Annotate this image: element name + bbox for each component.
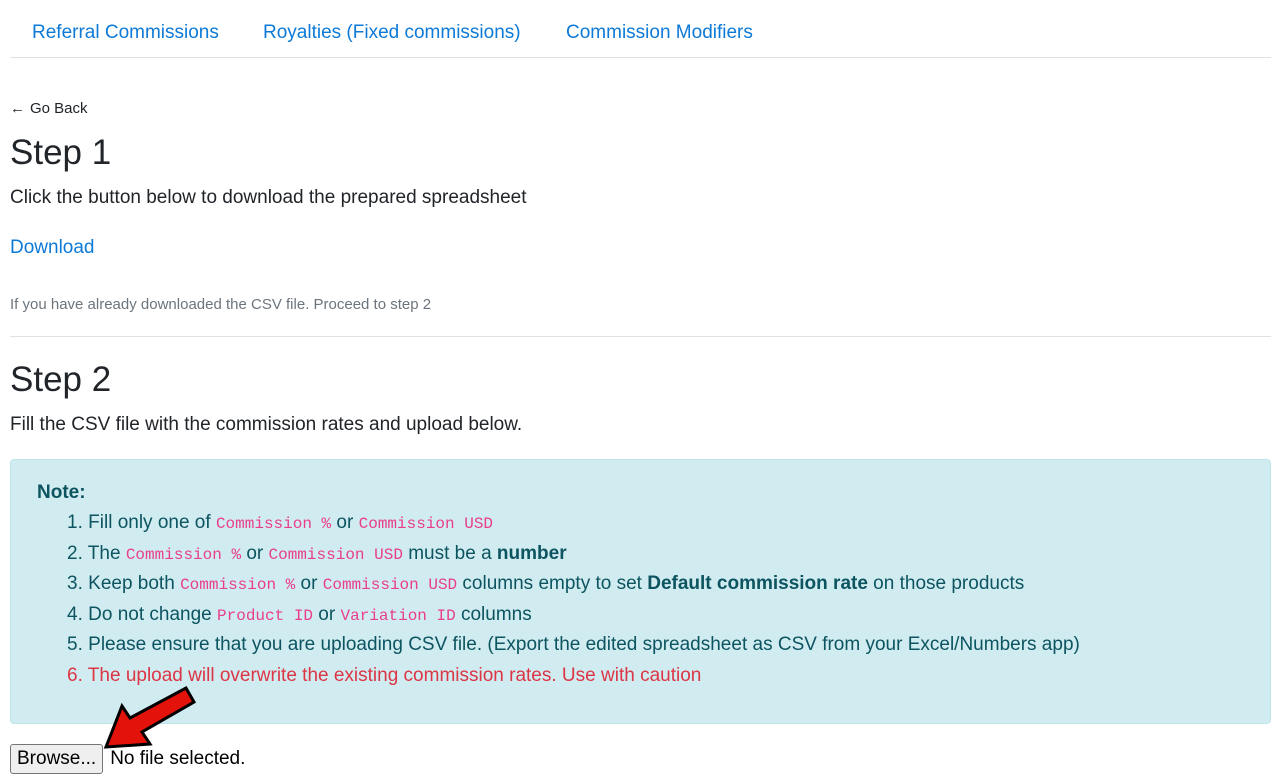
- go-back-link[interactable]: ← Go Back: [10, 100, 88, 117]
- commission-tabs: Referral Commissions Royalties (Fixed co…: [10, 0, 1271, 58]
- code-commission-usd: Commission USD: [358, 515, 494, 533]
- list-number: 1.: [67, 512, 83, 533]
- code-commission-usd: Commission USD: [322, 576, 458, 594]
- note-title: Note:: [37, 482, 86, 503]
- note-text: must be a: [402, 542, 497, 564]
- step1-hint: If you have already downloaded the CSV f…: [10, 296, 432, 313]
- list-number: 4.: [67, 603, 83, 625]
- note-text: or: [241, 542, 269, 564]
- step1-heading: Step 1: [10, 133, 112, 172]
- warning-text: The upload will overwrite the existing c…: [87, 664, 702, 686]
- note-text: Please ensure that you are uploading CSV…: [88, 634, 1080, 655]
- note-text: columns: [455, 603, 532, 625]
- go-back-label: Go Back: [30, 100, 88, 117]
- code-commission-percent: Commission %: [180, 576, 296, 594]
- list-number: 3.: [67, 573, 83, 594]
- list-item: 4. Do not change Product ID or Variation…: [37, 600, 1080, 631]
- note-text: or: [295, 573, 323, 594]
- download-link[interactable]: Download: [10, 237, 95, 259]
- emphasis-number: number: [496, 542, 567, 564]
- list-item: 1. Fill only one of Commission % or Comm…: [37, 508, 1080, 539]
- note-text: on those products: [867, 573, 1025, 594]
- code-variation-id: Variation ID: [340, 606, 456, 625]
- tab-referral-commissions[interactable]: Referral Commissions: [32, 22, 219, 44]
- step2-instruction: Fill the CSV file with the commission ra…: [10, 414, 523, 435]
- note-text: or: [331, 512, 359, 533]
- list-number: 2.: [67, 542, 83, 564]
- tab-royalties[interactable]: Royalties (Fixed commissions): [263, 22, 521, 44]
- step1-instruction: Click the button below to download the p…: [10, 187, 527, 208]
- file-status: No file selected.: [110, 748, 246, 769]
- browse-button[interactable]: Browse...: [10, 744, 104, 774]
- note-text: columns empty to set: [457, 573, 648, 594]
- code-commission-percent: Commission %: [125, 545, 242, 564]
- note-text: Fill only one of: [88, 512, 216, 533]
- note-alert: Note: 1. Fill only one of Commission % o…: [10, 459, 1271, 724]
- note-list: 1. Fill only one of Commission % or Comm…: [37, 508, 1080, 691]
- list-item: 2. The Commission % or Commission USD mu…: [37, 539, 1080, 570]
- note-text: The: [87, 542, 126, 564]
- note-text: Keep both: [88, 573, 181, 594]
- code-commission-percent: Commission %: [215, 515, 332, 533]
- tab-commission-modifiers[interactable]: Commission Modifiers: [566, 22, 753, 44]
- list-item: 3. Keep both Commission % or Commission …: [37, 569, 1080, 600]
- red-arrow-icon: [103, 685, 196, 749]
- note-text: Do not change: [88, 603, 218, 625]
- list-number: 6.: [67, 664, 83, 686]
- list-item: 5. Please ensure that you are uploading …: [37, 630, 1080, 661]
- left-arrow-icon: ←: [10, 100, 25, 117]
- code-commission-usd: Commission USD: [268, 545, 403, 564]
- code-product-id: Product ID: [217, 606, 314, 625]
- note-text: or: [313, 603, 341, 625]
- list-number: 5.: [67, 634, 83, 655]
- step2-heading: Step 2: [10, 360, 112, 399]
- divider: [10, 336, 1271, 337]
- emphasis-default-rate: Default commission rate: [647, 573, 868, 594]
- annotation-arrow-shape: [103, 685, 196, 749]
